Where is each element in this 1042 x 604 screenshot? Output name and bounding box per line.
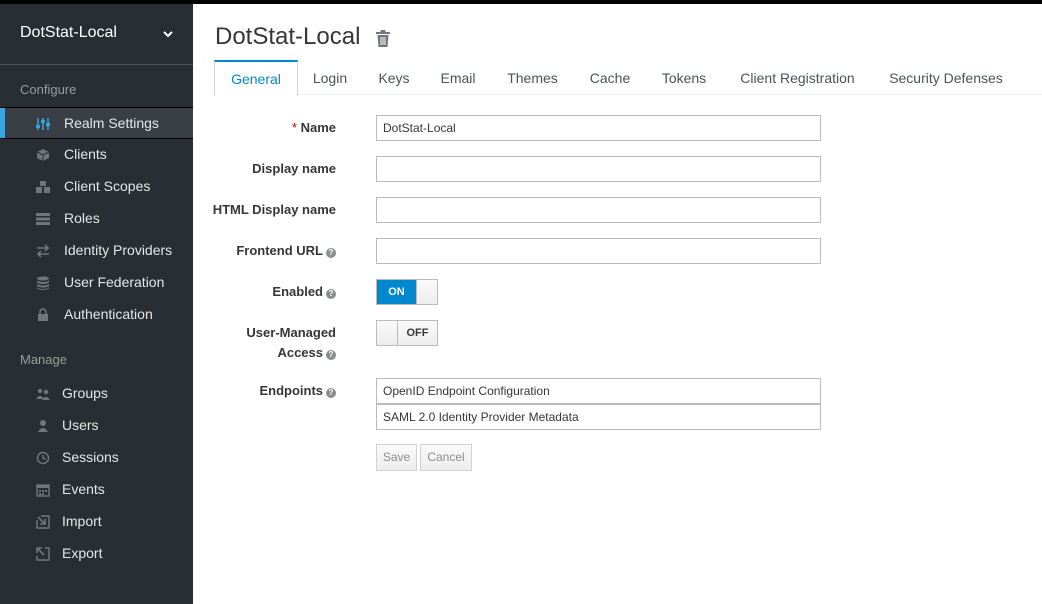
- sidebar-item-label: Sessions: [62, 449, 119, 465]
- sidebar-item-sessions[interactable]: Sessions: [0, 442, 193, 474]
- user-managed-access-toggle[interactable]: OFF: [376, 320, 438, 346]
- database-icon: [37, 276, 49, 290]
- tab-keys[interactable]: Keys: [362, 60, 426, 95]
- html-display-name-label: HTML Display name: [212, 202, 336, 217]
- cubes-icon: [36, 181, 50, 193]
- enabled-toggle[interactable]: ON: [376, 279, 438, 305]
- user-icon: [38, 420, 48, 432]
- tab-client-registration[interactable]: Client Registration: [723, 60, 872, 95]
- sidebar-item-label: Users: [62, 417, 99, 433]
- display-name-field[interactable]: [376, 156, 821, 182]
- sidebar-item-events[interactable]: Events: [0, 474, 193, 506]
- import-icon: [36, 515, 50, 529]
- tab-general[interactable]: General: [214, 60, 298, 96]
- save-button[interactable]: Save: [376, 444, 417, 471]
- cube-icon: [36, 149, 50, 161]
- enabled-label: Enabled?: [272, 284, 336, 299]
- sidebar-item-user-federation[interactable]: User Federation: [0, 267, 193, 299]
- configure-section-label: Configure: [20, 82, 77, 97]
- sidebar-item-groups[interactable]: Groups: [0, 378, 193, 410]
- export-icon: [36, 547, 50, 561]
- trash-icon[interactable]: [375, 30, 391, 47]
- sidebar-item-label: Clients: [64, 146, 107, 162]
- clock-icon: [36, 451, 50, 465]
- sidebar-item-label: Identity Providers: [64, 242, 173, 258]
- users-icon: [36, 388, 50, 400]
- sidebar-item-realm-settings[interactable]: Realm Settings: [0, 107, 193, 139]
- sidebar-item-users[interactable]: Users: [0, 410, 193, 442]
- tab-email[interactable]: Email: [426, 60, 490, 95]
- sidebar-item-label: Roles: [64, 210, 100, 226]
- cancel-button[interactable]: Cancel: [420, 444, 472, 471]
- realm-name: DotStat-Local: [20, 24, 117, 41]
- realm-selector[interactable]: DotStat-Local: [0, 4, 193, 65]
- tab-themes[interactable]: Themes: [490, 60, 575, 95]
- frontend-url-field[interactable]: [376, 238, 821, 264]
- tab-login[interactable]: Login: [298, 60, 362, 95]
- list-icon: [36, 213, 50, 225]
- help-icon[interactable]: ?: [326, 248, 336, 258]
- chevron-down-icon: [163, 31, 173, 38]
- tab-tokens[interactable]: Tokens: [645, 60, 723, 95]
- frontend-url-label: Frontend URL?: [236, 243, 336, 258]
- sidebar-item-label: Groups: [62, 385, 108, 401]
- html-display-name-field[interactable]: [376, 197, 821, 223]
- toggle-knob: [377, 321, 398, 345]
- help-icon[interactable]: ?: [326, 388, 336, 398]
- name-label: * Name: [291, 120, 336, 135]
- sidebar-item-client-scopes[interactable]: Client Scopes: [0, 171, 193, 203]
- toggle-on-label: ON: [377, 280, 416, 304]
- sidebar-item-label: User Federation: [64, 274, 165, 290]
- user-managed-access-label: User-Managed Access?: [246, 325, 336, 360]
- sidebar-item-import[interactable]: Import: [0, 506, 193, 538]
- manage-section-label: Manage: [20, 352, 67, 367]
- help-icon[interactable]: ?: [326, 289, 336, 299]
- tab-bar: General Login Keys Email Themes Cache To…: [214, 60, 1042, 96]
- sidebar-item-export[interactable]: Export: [0, 538, 193, 570]
- sidebar-item-authentication[interactable]: Authentication: [0, 299, 193, 331]
- endpoint-saml-link[interactable]: SAML 2.0 Identity Provider Metadata: [376, 404, 821, 430]
- required-marker: *: [291, 120, 301, 135]
- page-title: DotStat-Local: [215, 23, 361, 50]
- tab-security-defenses[interactable]: Security Defenses: [872, 60, 1020, 95]
- sidebar: DotStat-Local Configure Realm Settings C…: [0, 4, 193, 604]
- display-name-label: Display name: [252, 161, 336, 176]
- help-icon[interactable]: ?: [326, 350, 336, 360]
- toggle-off-label: OFF: [406, 327, 429, 339]
- sidebar-item-label: Client Scopes: [64, 178, 151, 194]
- tab-cache[interactable]: Cache: [575, 60, 645, 95]
- lock-icon: [38, 308, 48, 321]
- sliders-icon: [36, 118, 50, 130]
- sidebar-item-label: Export: [62, 545, 103, 561]
- sidebar-item-label: Authentication: [64, 306, 153, 322]
- exchange-icon: [36, 244, 50, 258]
- sidebar-item-label: Events: [62, 481, 105, 497]
- name-field[interactable]: [376, 115, 821, 141]
- endpoints-label: Endpoints?: [259, 383, 336, 398]
- sidebar-item-identity-providers[interactable]: Identity Providers: [0, 235, 193, 267]
- toggle-knob: [416, 280, 437, 304]
- endpoint-openid-link[interactable]: OpenID Endpoint Configuration: [376, 378, 821, 404]
- sidebar-item-label: Import: [62, 513, 102, 529]
- sidebar-item-roles[interactable]: Roles: [0, 203, 193, 235]
- calendar-icon: [36, 484, 50, 497]
- sidebar-item-label: Realm Settings: [64, 115, 159, 131]
- sidebar-item-clients[interactable]: Clients: [0, 139, 193, 171]
